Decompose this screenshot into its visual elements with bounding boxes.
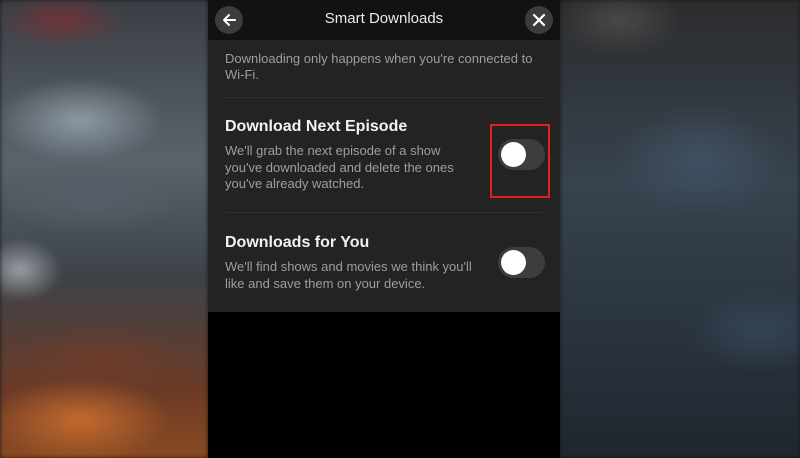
divider xyxy=(225,212,543,213)
toggle-knob xyxy=(501,142,526,167)
toggle-knob xyxy=(501,250,526,275)
blurred-background-left xyxy=(0,0,208,458)
blurred-background-right xyxy=(560,0,800,458)
phone-screen: Smart Downloads Downloading only happens… xyxy=(208,0,560,458)
page-title: Smart Downloads xyxy=(324,10,444,27)
option-description: We'll grab the next episode of a show yo… xyxy=(225,143,454,191)
divider xyxy=(225,97,543,98)
option-title: Downloads for You xyxy=(225,234,370,251)
settings-panel: Downloading only happens when you're con… xyxy=(208,40,560,312)
option-title: Download Next Episode xyxy=(225,118,408,135)
close-icon xyxy=(532,13,546,27)
header-bar: Smart Downloads xyxy=(208,0,560,40)
close-button[interactable] xyxy=(525,6,553,34)
wifi-info-text: Downloading only happens when you're con… xyxy=(225,51,533,82)
downloads-for-you-toggle[interactable] xyxy=(498,247,545,278)
option-description: We'll find shows and movies we think you… xyxy=(225,259,472,291)
download-next-episode-toggle[interactable] xyxy=(498,139,545,170)
